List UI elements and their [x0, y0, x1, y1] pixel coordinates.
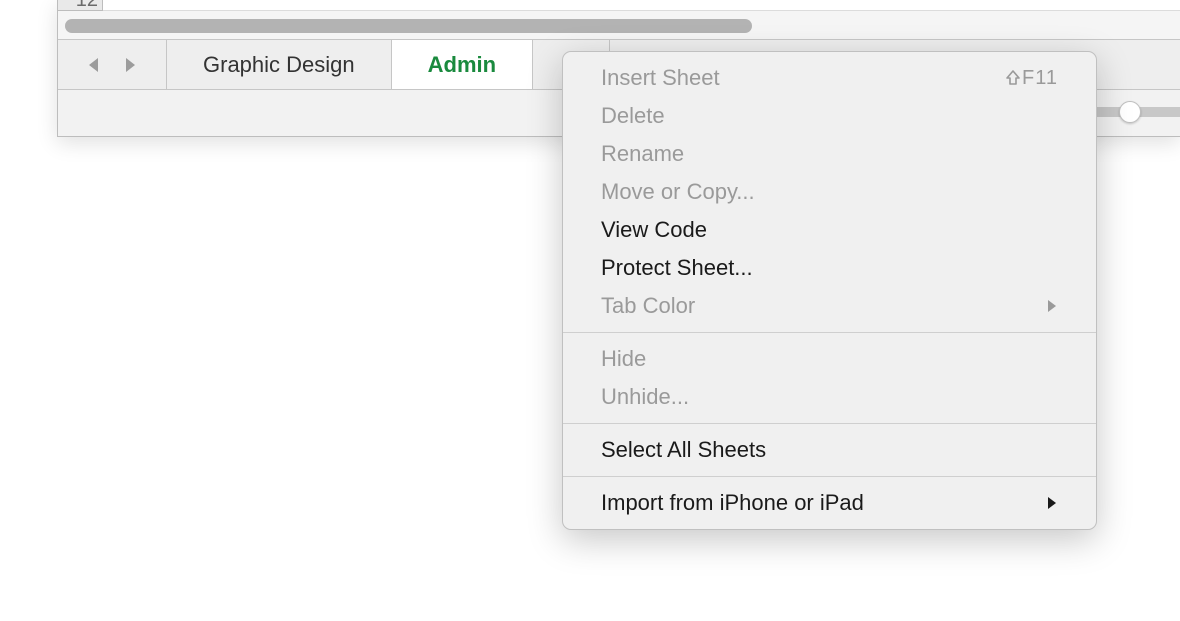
- shift-icon: [1005, 70, 1021, 86]
- menu-item-label: View Code: [601, 217, 707, 243]
- tab-graphic-design[interactable]: Graphic Design: [167, 40, 392, 89]
- menu-item-label: Import from iPhone or iPad: [601, 490, 864, 516]
- menu-insert-sheet[interactable]: Insert Sheet F11: [563, 59, 1096, 97]
- menu-delete[interactable]: Delete: [563, 97, 1096, 135]
- menu-item-label: Hide: [601, 346, 646, 372]
- row-number: 12: [76, 0, 98, 10]
- sheet-context-menu: Insert Sheet F11 Delete Rename Move or C…: [562, 51, 1097, 530]
- menu-item-label: Select All Sheets: [601, 437, 766, 463]
- horizontal-scrollbar-track[interactable]: [65, 18, 1173, 34]
- tab-label: Graphic Design: [203, 52, 355, 78]
- menu-item-label: Move or Copy...: [601, 179, 755, 205]
- tab-label: Admin: [428, 52, 496, 78]
- menu-item-label: Insert Sheet: [601, 65, 720, 91]
- menu-item-label: Tab Color: [601, 293, 695, 319]
- menu-separator: [563, 423, 1096, 424]
- menu-shortcut: F11: [1005, 67, 1058, 90]
- tab-admin[interactable]: Admin: [392, 39, 533, 90]
- shortcut-text: F11: [1022, 67, 1058, 90]
- menu-move-or-copy[interactable]: Move or Copy...: [563, 173, 1096, 211]
- submenu-chevron-icon: [1046, 298, 1058, 314]
- menu-unhide[interactable]: Unhide...: [563, 378, 1096, 416]
- menu-select-all-sheets[interactable]: Select All Sheets: [563, 431, 1096, 469]
- menu-separator: [563, 476, 1096, 477]
- menu-view-code[interactable]: View Code: [563, 211, 1096, 249]
- menu-item-label: Delete: [601, 103, 665, 129]
- menu-item-label: Protect Sheet...: [601, 255, 753, 281]
- cells-row[interactable]: [103, 0, 1180, 11]
- menu-hide[interactable]: Hide: [563, 340, 1096, 378]
- row-header[interactable]: 12: [58, 0, 103, 11]
- menu-separator: [563, 332, 1096, 333]
- horizontal-scrollbar-thumb[interactable]: [65, 19, 752, 33]
- menu-import-from-iphone[interactable]: Import from iPhone or iPad: [563, 484, 1096, 522]
- menu-tab-color[interactable]: Tab Color: [563, 287, 1096, 325]
- submenu-chevron-icon: [1046, 495, 1058, 511]
- menu-item-label: Unhide...: [601, 384, 689, 410]
- zoom-slider-knob[interactable]: [1119, 101, 1141, 123]
- sheet-nav-buttons: [58, 40, 167, 89]
- menu-rename[interactable]: Rename: [563, 135, 1096, 173]
- next-sheet-button[interactable]: [124, 56, 138, 74]
- prev-sheet-button[interactable]: [86, 56, 100, 74]
- menu-protect-sheet[interactable]: Protect Sheet...: [563, 249, 1096, 287]
- menu-item-label: Rename: [601, 141, 684, 167]
